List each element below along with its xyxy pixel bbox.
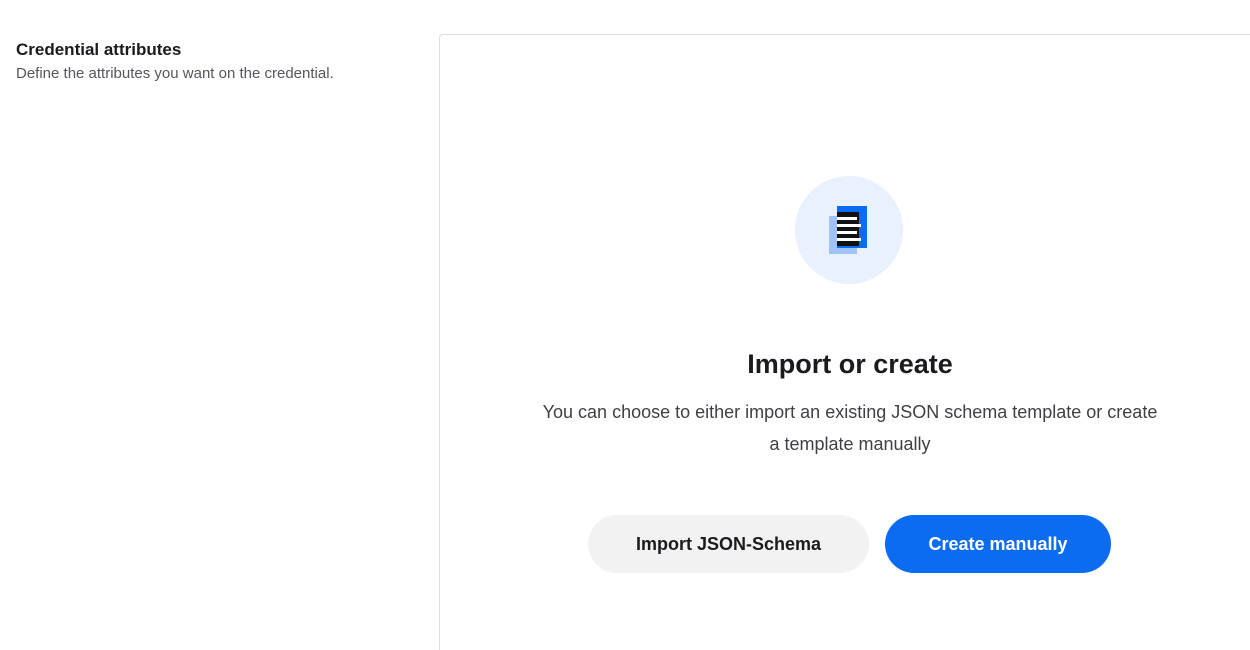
empty-state-icon-badge bbox=[795, 176, 903, 284]
import-json-schema-button[interactable]: Import JSON-Schema bbox=[588, 515, 869, 573]
empty-state: Import or create You can choose to eithe… bbox=[440, 35, 1250, 650]
section-title: Credential attributes bbox=[16, 40, 182, 59]
credential-attributes-page: Credential attributes Define the attribu… bbox=[0, 0, 1250, 650]
create-manually-button[interactable]: Create manually bbox=[885, 515, 1111, 573]
section-description: Define the attributes you want on the cr… bbox=[16, 65, 334, 82]
attributes-card: Import or create You can choose to eithe… bbox=[439, 34, 1250, 650]
section-header: Credential attributes Define the attribu… bbox=[16, 38, 346, 84]
document-stack-icon bbox=[829, 206, 867, 254]
empty-state-title: Import or create bbox=[747, 349, 953, 379]
empty-state-description: You can choose to either import an exist… bbox=[542, 402, 1158, 454]
